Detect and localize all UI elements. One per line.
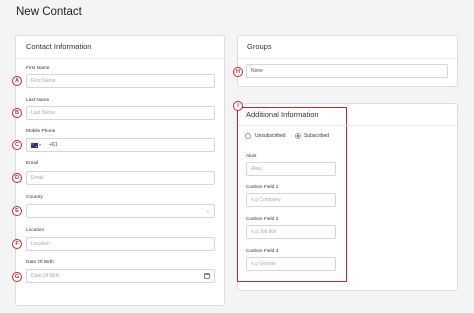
calendar-icon[interactable] <box>204 273 210 279</box>
groups-title: Groups <box>247 42 272 51</box>
unsubscribed-label[interactable]: Unsubscribed <box>255 133 286 139</box>
marker-f: F <box>12 239 22 249</box>
groups-card: Groups <box>237 35 458 87</box>
custom-field-2-input[interactable]: e.g Job title <box>246 225 336 239</box>
marker-h: H <box>233 67 243 77</box>
email-label: Email <box>26 161 38 166</box>
location-label: Location <box>26 228 45 233</box>
custom-field-2-label: Custom Field 2 <box>246 217 279 222</box>
groups-select[interactable]: None <box>246 64 448 78</box>
dial-code: +61 <box>49 142 58 148</box>
country-dropdown-icon[interactable]: ▾ <box>39 139 41 151</box>
contact-information-title: Contact Information <box>26 42 92 51</box>
marker-e: E <box>12 206 22 216</box>
date-of-birth-input[interactable]: Date Of Birth <box>26 269 215 283</box>
card-divider <box>238 58 457 59</box>
last-name-input[interactable]: Last Name <box>26 106 215 120</box>
location-input[interactable]: Location <box>26 237 215 251</box>
marker-c: C <box>12 140 22 150</box>
alias-label: Alias <box>246 154 257 159</box>
first-name-input[interactable]: First Name <box>26 74 215 88</box>
date-of-birth-placeholder: Date Of Birth <box>31 273 60 279</box>
country-select[interactable]: ⌄ <box>26 204 215 218</box>
mobile-phone-label: Mobile Phone <box>26 129 56 134</box>
email-input[interactable]: Email <box>26 171 215 185</box>
last-name-label: Last Name <box>26 98 50 103</box>
country-label: Country <box>26 195 43 200</box>
custom-field-3-input[interactable]: e.g Gender <box>246 257 336 271</box>
marker-d: D <box>12 173 22 183</box>
chevron-down-icon: ⌄ <box>205 208 210 214</box>
unsubscribed-radio[interactable] <box>245 133 251 139</box>
date-of-birth-label: Date Of Birth <box>26 260 54 265</box>
subscribed-radio[interactable] <box>295 133 301 139</box>
marker-a: A <box>12 76 22 86</box>
additional-information-title: Additional Information <box>246 110 319 119</box>
page-title: New Contact <box>16 6 82 18</box>
mobile-phone-input[interactable]: ▾ +61 <box>26 138 215 152</box>
custom-field-1-label: Custom Field 1 <box>246 185 279 190</box>
marker-b: B <box>12 108 22 118</box>
custom-field-3-label: Custom Field 3 <box>246 249 279 254</box>
australia-flag-icon[interactable] <box>31 143 38 148</box>
card-divider <box>238 125 457 126</box>
marker-g: G <box>12 272 22 282</box>
first-name-label: First Name <box>26 66 50 71</box>
subscribed-label[interactable]: Subscribed <box>304 133 329 139</box>
custom-field-1-input[interactable]: e.g Company <box>246 193 336 207</box>
marker-i: I <box>233 101 243 111</box>
card-divider <box>16 58 224 59</box>
alias-input[interactable]: Alias <box>246 162 336 176</box>
